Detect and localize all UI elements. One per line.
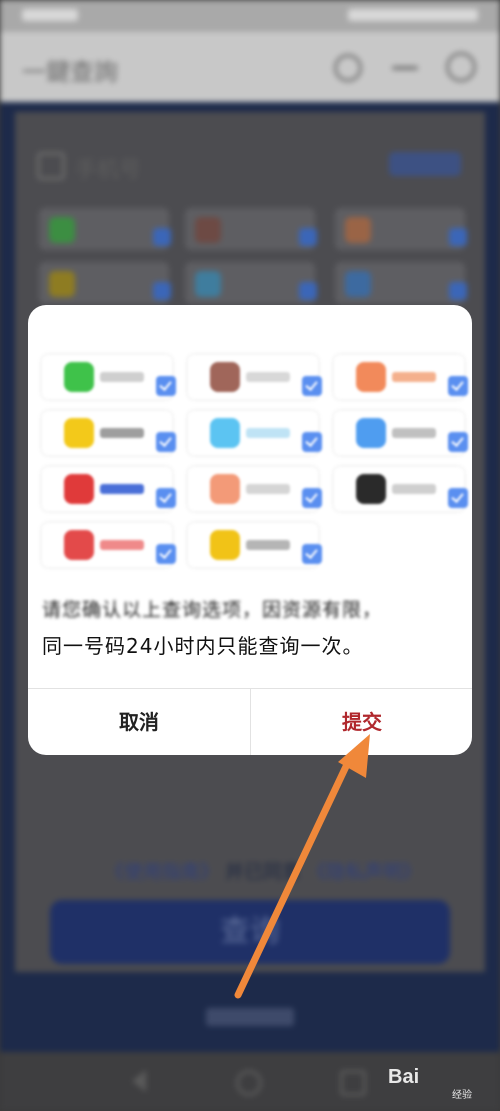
app-logo-orange-icon — [356, 362, 386, 392]
checkbox-checked-icon[interactable] — [156, 376, 176, 396]
checkbox-checked-icon[interactable] — [302, 544, 322, 564]
checkbox-checked-icon[interactable] — [302, 432, 322, 452]
option-label — [392, 428, 436, 438]
option-label — [246, 484, 290, 494]
option-label — [246, 372, 290, 382]
bg-option — [39, 208, 171, 250]
section-title: 手机号 — [75, 158, 142, 183]
guide-link[interactable]: 《使用指南》 — [105, 861, 219, 883]
confirm-dialog: 请您确认以上查询选项，因资源有限， 同一号码24小时内只能查询一次。 取消 提交 — [28, 305, 472, 755]
app-logo-yellow-icon — [64, 418, 94, 448]
bg-option — [39, 262, 171, 304]
history-link[interactable] — [206, 1008, 294, 1026]
watermark-sub: 经验 — [452, 1090, 472, 1101]
checkbox-checked-icon[interactable] — [156, 432, 176, 452]
query-option[interactable] — [188, 355, 322, 399]
checkbox-checked-icon[interactable] — [302, 488, 322, 508]
more-icon[interactable] — [392, 66, 418, 70]
phone-icon — [37, 152, 65, 180]
bg-option — [185, 208, 317, 250]
app-logo-gold-icon — [210, 530, 240, 560]
option-label — [246, 540, 290, 550]
cancel-button[interactable]: 取消 — [28, 689, 250, 755]
query-option[interactable] — [188, 523, 322, 567]
app-title: 一鍵查詢 — [22, 58, 118, 86]
checkbox-checked-icon[interactable] — [302, 376, 322, 396]
bg-option — [335, 208, 467, 250]
option-label — [392, 372, 436, 382]
option-label — [246, 428, 290, 438]
checkbox-checked-icon[interactable] — [448, 376, 468, 396]
query-option[interactable] — [334, 411, 468, 455]
service-icon[interactable] — [334, 54, 362, 82]
query-option[interactable] — [42, 411, 176, 455]
option-label — [100, 428, 144, 438]
back-icon[interactable] — [132, 1070, 146, 1092]
option-grid — [28, 305, 472, 590]
query-option[interactable] — [42, 523, 176, 567]
app-logo-salmon-icon — [210, 474, 240, 504]
dialog-message-line1: 请您确认以上查询选项，因资源有限， — [42, 599, 383, 621]
query-option[interactable] — [42, 355, 176, 399]
status-left — [22, 9, 78, 21]
close-icon[interactable] — [446, 52, 476, 82]
option-label — [100, 540, 144, 550]
recents-icon[interactable] — [340, 1070, 366, 1096]
checkbox-checked-icon[interactable] — [448, 488, 468, 508]
app-logo-blue-icon — [356, 418, 386, 448]
query-option[interactable] — [334, 355, 468, 399]
query-option[interactable] — [188, 411, 322, 455]
agree-text: 并已同意 — [219, 861, 308, 883]
privacy-link[interactable]: 《隐私声明》 — [307, 861, 421, 883]
bg-option — [185, 262, 317, 304]
app-bar: 一鍵查詢 — [0, 32, 500, 102]
checkbox-checked-icon[interactable] — [156, 488, 176, 508]
baidu-logo-icon — [64, 474, 94, 504]
status-right — [348, 9, 478, 21]
dialog-message-line2: 同一号码24小时内只能查询一次。 — [42, 634, 364, 658]
checkbox-checked-icon[interactable] — [448, 432, 468, 452]
bg-option — [335, 262, 467, 304]
checkbox-checked-icon[interactable] — [156, 544, 176, 564]
baidu-watermark: Bai 经验 — [382, 1056, 492, 1106]
query-option[interactable] — [188, 467, 322, 511]
app-logo-brown-icon — [210, 362, 240, 392]
app-logo-lightblue-icon — [210, 418, 240, 448]
app-logo-dark-icon — [356, 474, 386, 504]
agreement-row: 《使用指南》 并已同意 《隐私声明》 — [105, 857, 421, 884]
wechat-logo-icon — [64, 362, 94, 392]
query-option[interactable] — [42, 467, 176, 511]
status-bar — [0, 0, 500, 32]
option-label — [100, 484, 144, 494]
submit-button[interactable]: 提交 — [251, 689, 472, 755]
query-option[interactable] — [334, 467, 468, 511]
select-all-toggle[interactable] — [389, 152, 461, 176]
query-button[interactable]: 查询 — [50, 900, 450, 964]
watermark-text: Bai — [388, 1066, 420, 1088]
app-logo-red-icon — [64, 530, 94, 560]
option-label — [100, 372, 144, 382]
option-label — [392, 484, 436, 494]
home-icon[interactable] — [236, 1070, 262, 1096]
